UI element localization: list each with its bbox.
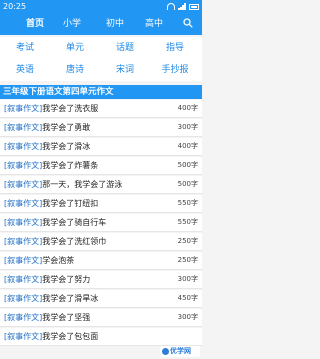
list-item[interactable]: [叙事作文]我学会了洗红领巾 250字 <box>0 233 202 251</box>
article-title: 我学会了洗衣服 <box>42 104 99 113</box>
list-item[interactable]: [叙事作文]我学会了钉纽扣 550字 <box>0 195 202 213</box>
article-tag: [叙事作文] <box>4 256 43 265</box>
list-item[interactable]: [叙事作文]我学会了滑旱冰 450字 <box>0 290 202 308</box>
word-count: 250字 <box>177 256 198 264</box>
brand-mark <box>162 348 169 355</box>
word-count: 500字 <box>177 161 198 169</box>
word-count: 300字 <box>177 313 198 321</box>
category-tang-poems[interactable]: 唐诗 <box>50 59 100 81</box>
article-title: 我学会了包包面 <box>42 332 99 341</box>
article-tag: [叙事作文] <box>4 142 43 151</box>
brand-text: 优学网 <box>170 347 191 355</box>
article-title: 我学会了钉纽扣 <box>42 199 99 208</box>
word-count: 250字 <box>177 237 198 245</box>
list-item[interactable]: [叙事作文]我学会了洗衣服 400字 <box>0 100 202 118</box>
article-title: 我学会了骑自行车 <box>42 218 107 227</box>
article-title: 我学会了努力 <box>42 275 91 284</box>
status-bar: 20:25 <box>0 0 202 13</box>
search-icon[interactable] <box>183 18 193 28</box>
wifi-icon <box>167 3 175 10</box>
list-item[interactable]: [叙事作文]我学会了包包面 <box>0 328 202 346</box>
category-english[interactable]: 英语 <box>0 59 50 81</box>
list-item[interactable]: [叙事作文]我学会了骑自行车 550字 <box>0 214 202 232</box>
category-grid: 考试 单元 话题 指导 英语 唐诗 宋词 手抄报 <box>0 37 202 81</box>
category-handwritten-paper[interactable]: 手抄报 <box>150 59 200 81</box>
article-tag: [叙事作文] <box>4 180 43 189</box>
article-tag: [叙事作文] <box>4 199 43 208</box>
word-count: 450字 <box>177 294 198 302</box>
article-tag: [叙事作文] <box>4 237 43 246</box>
signal-icon <box>178 3 186 10</box>
article-tag: [叙事作文] <box>4 218 43 227</box>
article-tag: [叙事作文] <box>4 294 43 303</box>
status-time: 20:25 <box>3 2 27 11</box>
list-item[interactable]: [叙事作文]那一天，我学会了游泳 500字 <box>0 176 202 194</box>
category-guide[interactable]: 指导 <box>150 37 200 59</box>
brand-logo: 优学网 <box>160 346 200 357</box>
article-tag: [叙事作文] <box>4 161 43 170</box>
tab-primary-school[interactable]: 小学 <box>55 13 89 35</box>
article-tag: [叙事作文] <box>4 313 43 322</box>
list-item[interactable]: [叙事作文]学会泡茶 250字 <box>0 252 202 270</box>
list-item[interactable]: [叙事作文]我学会了努力 300字 <box>0 271 202 289</box>
article-tag: [叙事作文] <box>4 104 43 113</box>
article-title: 我学会了勇敢 <box>42 123 91 132</box>
category-topic[interactable]: 话题 <box>100 37 150 59</box>
article-title: 那一天，我学会了游泳 <box>42 180 123 189</box>
category-song-ci[interactable]: 宋词 <box>100 59 150 81</box>
article-title: 我学会了滑旱冰 <box>42 294 99 303</box>
word-count: 550字 <box>177 199 198 207</box>
article-title: 我学会了滑冰 <box>42 142 91 151</box>
list-item[interactable]: [叙事作文]我学会了炸薯条 500字 <box>0 157 202 175</box>
tab-high-school[interactable]: 高中 <box>137 13 171 35</box>
list-item[interactable]: [叙事作文]我学会了勇敢 300字 <box>0 119 202 137</box>
word-count: 550字 <box>177 218 198 226</box>
top-nav: 首页 小学 初中 高中 <box>0 13 202 35</box>
list-item[interactable]: [叙事作文]我学会了滑冰 400字 <box>0 138 202 156</box>
status-icons <box>167 3 199 10</box>
article-tag: [叙事作文] <box>4 275 43 284</box>
section-title: 三年级下册语文第四单元作文 <box>0 85 202 99</box>
article-title: 我学会了坚强 <box>42 313 91 322</box>
category-exam[interactable]: 考试 <box>0 37 50 59</box>
article-title: 学会泡茶 <box>42 256 75 265</box>
tab-home[interactable]: 首页 <box>18 13 52 35</box>
article-tag: [叙事作文] <box>4 332 43 341</box>
list-item[interactable]: [叙事作文]我学会了坚强 300字 <box>0 309 202 327</box>
category-unit[interactable]: 单元 <box>50 37 100 59</box>
tab-middle-school[interactable]: 初中 <box>98 13 132 35</box>
article-tag: [叙事作文] <box>4 123 43 132</box>
word-count: 400字 <box>177 104 198 112</box>
word-count: 500字 <box>177 180 198 188</box>
word-count: 300字 <box>177 275 198 283</box>
word-count: 300字 <box>177 123 198 131</box>
word-count: 400字 <box>177 142 198 150</box>
battery-icon <box>189 4 199 10</box>
article-title: 我学会了洗红领巾 <box>42 237 107 246</box>
article-title: 我学会了炸薯条 <box>42 161 99 170</box>
